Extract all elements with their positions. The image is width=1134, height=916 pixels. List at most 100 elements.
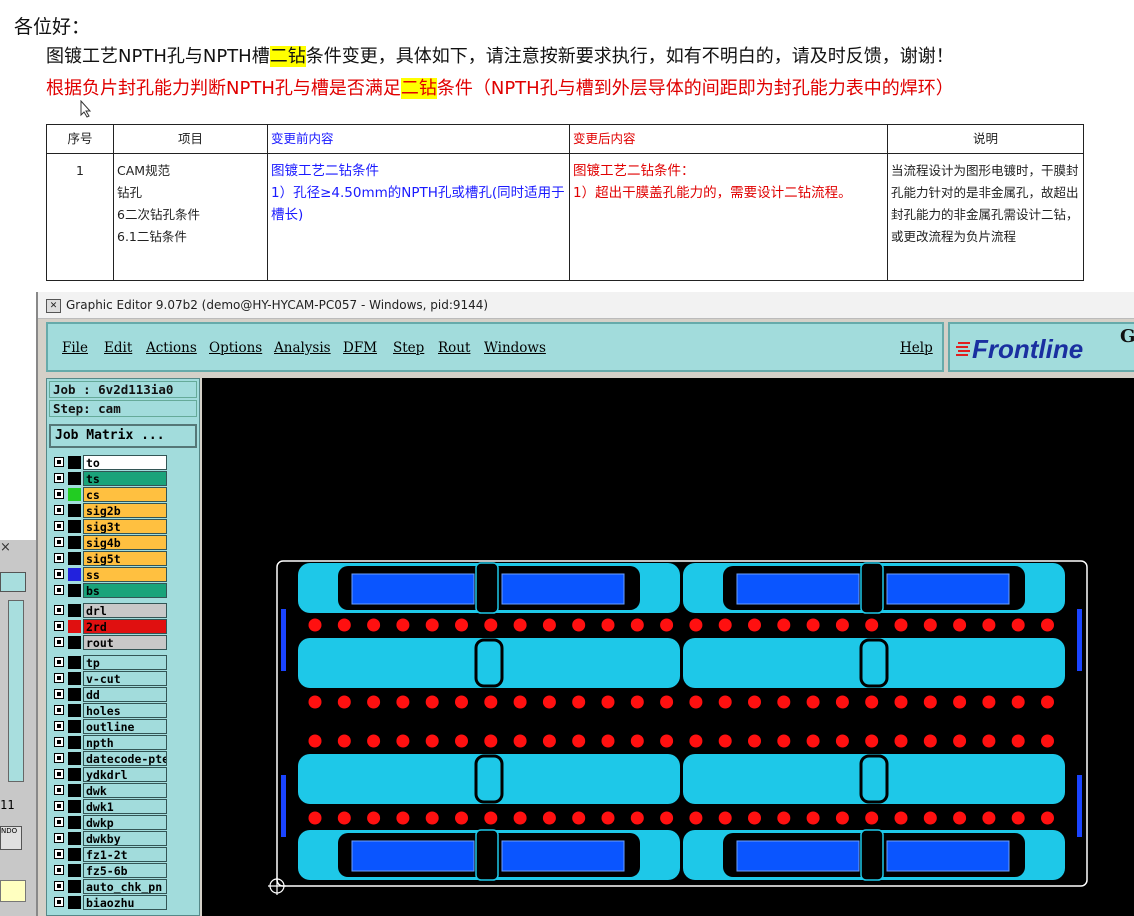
drill-hole xyxy=(630,811,644,825)
window-field[interactable] xyxy=(0,880,26,902)
layer-checkbox[interactable] xyxy=(54,833,64,843)
layer-row-dwkby[interactable]: dwkby xyxy=(51,831,175,846)
menu-help[interactable]: Help xyxy=(900,340,933,356)
layer-checkbox[interactable] xyxy=(54,865,64,875)
layer-checkbox[interactable] xyxy=(54,505,64,515)
layer-color-swatch xyxy=(68,472,81,485)
layer-row-tp[interactable]: tp xyxy=(51,655,175,670)
layer-checkbox[interactable] xyxy=(54,457,64,467)
layer-row-datecode-pte[interactable]: datecode-pte xyxy=(51,751,175,766)
layer-checkbox[interactable] xyxy=(54,569,64,579)
drill-hole xyxy=(982,695,996,709)
menu-rout[interactable]: Rout xyxy=(438,340,470,356)
drill-hole xyxy=(865,695,879,709)
layer-row-drl[interactable]: drl xyxy=(51,603,175,618)
drill-hole xyxy=(894,734,908,748)
menu-file[interactable]: File xyxy=(62,340,88,356)
layer-checkbox[interactable] xyxy=(54,801,64,811)
layer-row-fz5-6b[interactable]: fz5-6b xyxy=(51,863,175,878)
layer-checkbox[interactable] xyxy=(54,817,64,827)
menu-edit[interactable]: Edit xyxy=(104,340,132,356)
layer-checkbox[interactable] xyxy=(54,553,64,563)
layer-checkbox[interactable] xyxy=(54,689,64,699)
drill-hole xyxy=(630,695,644,709)
layer-row-holes[interactable]: holes xyxy=(51,703,175,718)
layer-row-biaozhu[interactable]: biaozhu xyxy=(51,895,175,910)
table-row: 1 CAM规范 钻孔 6二次钻孔条件 6.1二钻条件 图镀工艺二钻条件 1）孔径… xyxy=(46,153,1084,281)
layer-checkbox[interactable] xyxy=(54,521,64,531)
layer-checkbox[interactable] xyxy=(54,657,64,667)
drill-hole xyxy=(367,811,381,825)
layer-row-2rd[interactable]: 2rd xyxy=(51,619,175,634)
layer-row-cs[interactable]: cs xyxy=(51,487,175,502)
menu-windows[interactable]: Windows xyxy=(484,340,546,356)
layer-row-sig5t[interactable]: sig5t xyxy=(51,551,175,566)
menu-analysis[interactable]: Analysis xyxy=(274,340,331,356)
menu-actions[interactable]: Actions xyxy=(146,340,197,356)
layer-checkbox[interactable] xyxy=(54,769,64,779)
layer-row-dd[interactable]: dd xyxy=(51,687,175,702)
layer-checkbox[interactable] xyxy=(54,785,64,795)
layer-row-outline[interactable]: outline xyxy=(51,719,175,734)
layer-row-ts[interactable]: ts xyxy=(51,471,175,486)
layer-checkbox[interactable] xyxy=(54,489,64,499)
layer-panel: Job : 6v2d113ia0 Step: cam Job Matrix ..… xyxy=(46,378,200,916)
scrollbar[interactable] xyxy=(8,600,24,782)
layer-row-dwkp[interactable]: dwkp xyxy=(51,815,175,830)
layer-row-v-cut[interactable]: v-cut xyxy=(51,671,175,686)
window-field[interactable] xyxy=(0,572,26,592)
menu-options[interactable]: Options xyxy=(209,340,262,356)
layer-checkbox[interactable] xyxy=(54,673,64,683)
drill-hole xyxy=(601,695,615,709)
drill-hole xyxy=(337,695,351,709)
layer-name: sig2b xyxy=(83,503,167,518)
layer-checkbox[interactable] xyxy=(54,705,64,715)
layer-row-rout[interactable]: rout xyxy=(51,635,175,650)
drill-hole xyxy=(689,618,703,632)
layer-row-dwk[interactable]: dwk xyxy=(51,783,175,798)
menu-step[interactable]: Step xyxy=(393,340,424,356)
job-matrix-button[interactable]: Job Matrix ... xyxy=(49,424,197,448)
layer-name: ss xyxy=(83,567,167,582)
drill-hole xyxy=(748,695,761,709)
menu-dfm[interactable]: DFM xyxy=(343,340,377,356)
layer-checkbox[interactable] xyxy=(54,473,64,483)
layer-checkbox[interactable] xyxy=(54,737,64,747)
layer-checkbox[interactable] xyxy=(54,621,64,631)
layer-color-swatch xyxy=(68,704,81,717)
layer-checkbox[interactable] xyxy=(54,637,64,647)
cell-after: 图镀工艺二钻条件： 1）超出干膜盖孔能力的，需要设计二钻流程。 xyxy=(569,153,888,281)
layer-checkbox[interactable] xyxy=(54,721,64,731)
drill-hole xyxy=(513,734,527,748)
header-no: 序号 xyxy=(46,124,114,154)
layer-row-sig4b[interactable]: sig4b xyxy=(51,535,175,550)
drill-hole xyxy=(1011,695,1025,709)
layer-row-ss[interactable]: ss xyxy=(51,567,175,582)
layer-checkbox[interactable] xyxy=(54,585,64,595)
graphic-canvas[interactable] xyxy=(202,378,1134,916)
close-icon[interactable]: × xyxy=(0,540,12,555)
layer-row-ydkdrl[interactable]: ydkdrl xyxy=(51,767,175,782)
layer-row-to[interactable]: to xyxy=(51,455,175,470)
undo-button[interactable]: NDO xyxy=(0,826,22,850)
layer-checkbox[interactable] xyxy=(54,881,64,891)
layer-row-fz1-2t[interactable]: fz1-2t xyxy=(51,847,175,862)
layer-color-swatch xyxy=(68,636,81,649)
drill-hole xyxy=(542,618,556,632)
logo-mark-icon xyxy=(956,342,970,356)
layer-name: npth xyxy=(83,735,167,750)
layer-row-dwk1[interactable]: dwk1 xyxy=(51,799,175,814)
drill-hole xyxy=(337,618,351,632)
drill-hole xyxy=(1011,811,1025,825)
window-titlebar[interactable]: ✕ Graphic Editor 9.07b2 (demo@HY-HYCAM-P… xyxy=(38,292,1134,319)
layer-checkbox[interactable] xyxy=(54,605,64,615)
layer-row-bs[interactable]: bs xyxy=(51,583,175,598)
layer-checkbox[interactable] xyxy=(54,897,64,907)
layer-row-sig2b[interactable]: sig2b xyxy=(51,503,175,518)
layer-row-npth[interactable]: npth xyxy=(51,735,175,750)
layer-checkbox[interactable] xyxy=(54,537,64,547)
layer-row-auto_chk_pn[interactable]: auto_chk_pn xyxy=(51,879,175,894)
layer-checkbox[interactable] xyxy=(54,849,64,859)
layer-checkbox[interactable] xyxy=(54,753,64,763)
layer-row-sig3t[interactable]: sig3t xyxy=(51,519,175,534)
